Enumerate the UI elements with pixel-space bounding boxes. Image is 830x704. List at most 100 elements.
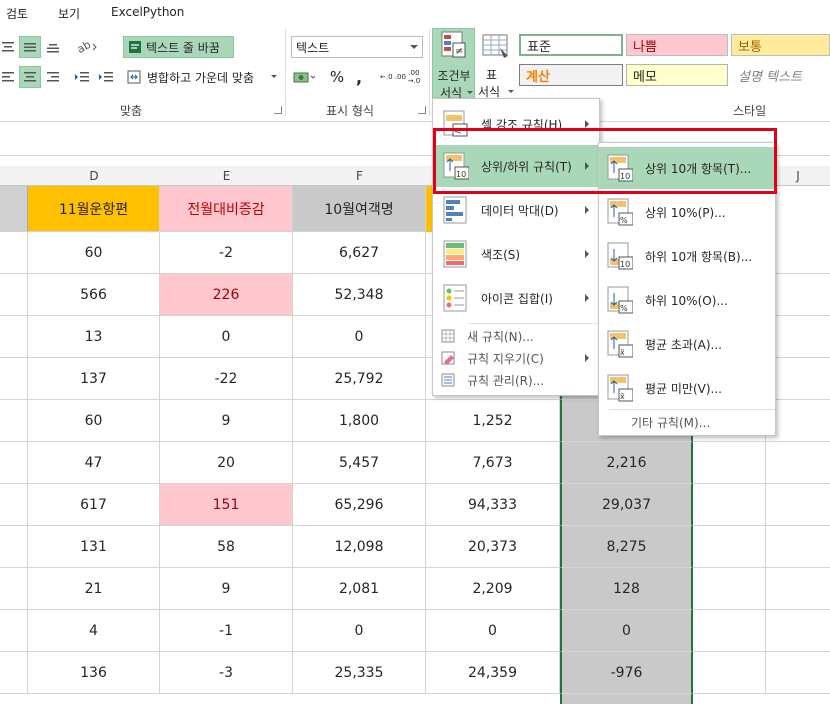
cell-f[interactable]: 52,348 [293,274,426,316]
cell-j[interactable] [766,526,830,568]
accounting-format-icon[interactable] [291,66,317,88]
submenu-item-below[interactable]: x̄ 평균 미만(V)... [599,367,775,409]
style-note[interactable]: 메모 [626,64,728,86]
cell-d[interactable]: 21 [28,568,160,610]
cell-e[interactable]: 9 [160,400,293,442]
cell-g[interactable]: 24,359 [426,652,560,694]
cell-h[interactable]: 8,275 [560,526,693,568]
submenu-item-top10pct[interactable]: % 상위 10%(P)... [599,191,775,233]
cell-f[interactable]: 0 [293,316,426,358]
cell-i[interactable] [693,526,766,568]
wrap-text-button[interactable]: 텍스트 줄 바꿈 [123,36,234,58]
number-format-dropdown[interactable]: 텍스트 [291,36,423,58]
cell-i[interactable] [693,442,766,484]
cell-d[interactable]: 60 [28,232,160,274]
row-header-cell[interactable] [0,186,28,232]
align-bottom-icon[interactable] [43,36,63,58]
align-right-icon[interactable] [43,66,63,88]
row-header-cell[interactable] [0,400,28,442]
menu-manage-rules[interactable]: 규칙 관리(R)... [433,369,599,391]
cell-d[interactable]: 13 [28,316,160,358]
cell-e[interactable]: -1 [160,610,293,652]
menu-clear-rules[interactable]: 규칙 지우기(C) [433,347,599,369]
cell-e[interactable]: 226 [160,274,293,316]
cell-d[interactable]: 136 [28,652,160,694]
row-header-cell[interactable] [0,358,28,400]
cell-j[interactable] [766,652,830,694]
cell-i[interactable] [693,652,766,694]
decrease-decimal-button[interactable]: .00 →.0 [404,66,424,88]
comma-style-button[interactable]: , [352,66,366,88]
column-header-d[interactable]: D [28,166,160,186]
menu-new-rule[interactable]: 새 규칙(N)... [433,325,599,347]
row-header-cell[interactable] [0,610,28,652]
align-center-icon[interactable] [19,66,41,88]
row-header-cell[interactable] [0,652,28,694]
cell-h[interactable]: 29,037 [560,484,693,526]
cell-i[interactable] [693,484,766,526]
number-launcher-icon[interactable] [418,106,426,114]
row-header-cell[interactable] [0,568,28,610]
format-as-table-button[interactable]: 표 서식 [478,28,516,102]
cell-f[interactable]: 65,296 [293,484,426,526]
increase-indent-icon[interactable] [96,66,116,88]
cell-d[interactable]: 131 [28,526,160,568]
cell-f[interactable]: 1,800 [293,400,426,442]
row-header-cell[interactable] [0,274,28,316]
menu-review[interactable]: 검토 [6,5,28,22]
cell-d[interactable]: 566 [28,274,160,316]
orientation-icon[interactable]: ab [72,36,102,58]
cell-f[interactable]: 0 [293,610,426,652]
cell-d[interactable]: 47 [28,442,160,484]
style-normal[interactable]: 표준 [519,34,623,56]
style-calculation[interactable]: 계산 [519,64,623,86]
row-header-cell[interactable] [0,442,28,484]
cell-h[interactable]: 128 [560,568,693,610]
increase-decimal-button[interactable]: ←.0 .00 [380,66,406,88]
cell-h[interactable]: 2,216 [560,442,693,484]
cell-e[interactable]: 0 [160,316,293,358]
cell-d[interactable]: 60 [28,400,160,442]
cell-d[interactable]: 617 [28,484,160,526]
row-header-cell[interactable] [0,526,28,568]
cell-g[interactable]: 2,209 [426,568,560,610]
menu-view[interactable]: 보기 [58,5,80,22]
cell-e[interactable]: -22 [160,358,293,400]
align-left-icon[interactable] [0,66,16,88]
cell-f[interactable]: 5,457 [293,442,426,484]
cell-e[interactable]: 151 [160,484,293,526]
align-middle-icon[interactable] [19,36,41,58]
row-header-cell[interactable] [0,316,28,358]
cell-d[interactable]: 4 [28,610,160,652]
merge-center-button[interactable]: 병합하고 가운데 맞춤 [125,66,281,88]
percent-style-button[interactable]: % [328,66,346,88]
cell-e[interactable]: 20 [160,442,293,484]
cell-i[interactable] [693,568,766,610]
style-neutral[interactable]: 보통 [731,34,830,56]
menu-more-rules[interactable]: 기타 규칙(M)... [599,411,775,433]
decrease-indent-icon[interactable] [72,66,92,88]
cell-d[interactable]: 137 [28,358,160,400]
column-header-e[interactable]: E [160,166,293,186]
menu-excelpython[interactable]: ExcelPython [111,5,184,19]
cell-j[interactable] [766,442,830,484]
cell-e[interactable]: -3 [160,652,293,694]
menu-icon-sets[interactable]: 아이콘 집합(I) [433,277,599,319]
header-cell-e[interactable]: 전월대비증감 [160,186,293,232]
cell-g[interactable]: 0 [426,610,560,652]
submenu-item-bottom10[interactable]: 10 하위 10개 항목(B)... [599,235,775,277]
cell-f[interactable]: 2,081 [293,568,426,610]
cell-j[interactable] [766,484,830,526]
header-cell-f[interactable]: 10월여객명 [293,186,426,232]
cell-e[interactable]: 9 [160,568,293,610]
header-cell-d[interactable]: 11월운항편 [28,186,160,232]
menu-data-bars[interactable]: 데이터 막대(D) [433,189,599,231]
submenu-item-above[interactable]: x̄ 평균 초과(A)... [599,323,775,365]
submenu-item-bottom10pct[interactable]: % 하위 10%(O)... [599,279,775,321]
cell-f[interactable]: 25,792 [293,358,426,400]
cell-e[interactable]: 58 [160,526,293,568]
cell-h[interactable]: -976 [560,652,693,694]
cell-f[interactable]: 6,627 [293,232,426,274]
cell-i[interactable] [693,610,766,652]
cell-e[interactable]: -2 [160,232,293,274]
